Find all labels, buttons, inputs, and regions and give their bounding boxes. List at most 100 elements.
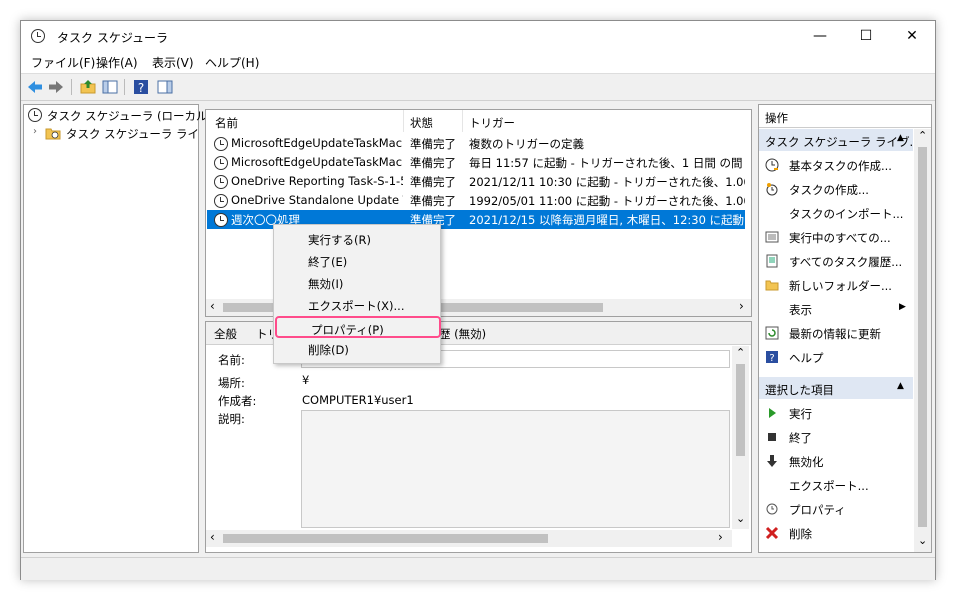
description-field[interactable] xyxy=(301,410,730,528)
selected-action-item[interactable]: エクスポート... xyxy=(759,473,911,497)
actions-scroll-down-icon[interactable]: ⌄ xyxy=(918,534,927,547)
scheduler-local-icon xyxy=(28,108,42,122)
task-scheduler-app-icon xyxy=(31,29,45,43)
library-action-label: 表示 xyxy=(789,303,812,317)
show-hide-action-pane-icon[interactable] xyxy=(156,78,174,96)
forward-arrow-icon[interactable] xyxy=(47,78,65,96)
ctx-end-label: 終了(E) xyxy=(308,255,348,269)
detail-vscrollbar[interactable]: ⌃ ⌄ xyxy=(732,346,749,529)
location-label: 場所: xyxy=(218,376,245,390)
ctx-delete[interactable]: 削除(D) xyxy=(274,338,438,360)
detail-scroll-left-icon[interactable]: ‹ xyxy=(210,530,215,544)
ctx-disable-label: 無効(I) xyxy=(308,277,344,291)
task-status: 準備完了 xyxy=(410,175,456,189)
location-value: ¥ xyxy=(302,373,310,387)
vscroll-thumb[interactable] xyxy=(736,364,745,456)
ctx-end[interactable]: 終了(E) xyxy=(274,250,438,272)
library-action-item[interactable]: 表示 ▶ xyxy=(759,297,911,321)
task-clock-icon xyxy=(214,175,228,189)
scroll-down-icon[interactable]: ⌄ xyxy=(736,512,745,525)
ctx-run-label: 実行する(R) xyxy=(308,233,371,247)
library-action-label: 新しいフォルダー... xyxy=(789,279,892,293)
library-action-item[interactable]: タスクのインポート... xyxy=(759,201,911,225)
minimize-button[interactable]: — xyxy=(797,21,843,51)
selected-action-item[interactable]: 実行 xyxy=(759,401,911,425)
help-icon[interactable]: ? xyxy=(132,78,150,96)
actions-vscroll-thumb[interactable] xyxy=(918,147,927,527)
task-row[interactable]: OneDrive Reporting Task-S-1-5... 準備完了 2021… xyxy=(207,172,745,191)
task-clock-icon xyxy=(214,156,228,170)
library-action-item[interactable]: 新しいフォルダー... xyxy=(759,273,911,297)
selected-action-item[interactable]: プロパティ xyxy=(759,497,911,521)
tree-library-item[interactable]: タスク スケジューラ ライブラリ xyxy=(66,126,198,142)
ctx-properties[interactable]: プロパティ(P) xyxy=(275,316,441,338)
tab-general[interactable]: 全般 xyxy=(214,326,237,346)
ctx-run[interactable]: 実行する(R) xyxy=(274,228,438,250)
properties-icon xyxy=(766,503,778,515)
actions-vscrollbar[interactable]: ⌃ ⌄ xyxy=(914,129,931,552)
name-label: 名前: xyxy=(218,353,245,367)
maximize-button[interactable]: ☐ xyxy=(843,21,889,51)
show-hide-console-tree-icon[interactable] xyxy=(101,78,119,96)
actions-section-selected[interactable]: 選択した項目 ▲ xyxy=(759,377,913,399)
column-trigger-header[interactable]: トリガー xyxy=(469,115,515,131)
running-tasks-icon xyxy=(765,231,779,243)
library-folder-icon xyxy=(45,128,61,140)
selected-action-item[interactable]: 無効化 xyxy=(759,449,911,473)
back-arrow-icon[interactable] xyxy=(26,78,44,96)
library-action-item[interactable]: 実行中のすべての... xyxy=(759,225,911,249)
detail-scroll-right-icon[interactable]: › xyxy=(718,530,723,544)
window-title: タスク スケジューラ xyxy=(57,31,168,45)
collapse-triangle-icon[interactable]: ▲ xyxy=(897,133,904,143)
selected-action-item[interactable]: 終了 xyxy=(759,425,911,449)
library-action-label: 基本タスクの作成... xyxy=(789,159,892,173)
author-label: 作成者: xyxy=(218,394,257,408)
column-name-header[interactable]: 名前 xyxy=(215,115,238,131)
column-status-header[interactable]: 状態 xyxy=(410,115,433,131)
library-action-label: ヘルプ xyxy=(789,351,824,365)
detail-hscrollbar[interactable]: ‹ › xyxy=(206,530,732,547)
close-button[interactable]: ✕ xyxy=(889,21,935,51)
scroll-right-icon[interactable]: › xyxy=(739,299,744,313)
up-folder-icon[interactable] xyxy=(79,78,97,96)
library-action-item[interactable]: タスクの作成... xyxy=(759,177,911,201)
library-action-item[interactable]: すべてのタスク履歴... xyxy=(759,249,911,273)
task-row[interactable]: MicrosoftEdgeUpdateTaskMac... 準備完了 複数のトリガー… xyxy=(207,134,745,153)
menu-help[interactable]: ヘルプ(H) xyxy=(205,54,259,71)
scroll-left-icon[interactable]: ‹ xyxy=(210,299,215,313)
disable-icon xyxy=(767,455,777,467)
task-row[interactable]: MicrosoftEdgeUpdateTaskMac... 準備完了 毎日 11:5… xyxy=(207,153,745,172)
library-action-label: タスクの作成... xyxy=(789,183,869,197)
task-trigger: 2021/12/11 10:30 に起動 - トリガーされた後、1.00:00:… xyxy=(469,175,745,189)
selected-action-label: エクスポート... xyxy=(789,479,869,493)
actions-scroll-up-icon[interactable]: ⌃ xyxy=(918,129,927,142)
task-row[interactable]: OneDrive Standalone Update T... 準備完了 1992/… xyxy=(207,191,745,210)
menu-action[interactable]: 操作(A) xyxy=(96,54,138,71)
detail-hscroll-thumb[interactable] xyxy=(223,534,548,543)
tab-history[interactable]: 歴 (無効) xyxy=(439,326,486,346)
task-clock-icon xyxy=(214,213,228,227)
tree-root-item[interactable]: タスク スケジューラ (ローカル) xyxy=(47,108,212,124)
stop-icon xyxy=(768,433,776,441)
menu-view[interactable]: 表示(V) xyxy=(152,54,194,71)
library-action-item[interactable]: 基本タスクの作成... xyxy=(759,153,911,177)
library-action-item[interactable]: 最新の情報に更新 xyxy=(759,321,911,345)
menu-bar: ファイル(F) 操作(A) 表示(V) ヘルプ(H) xyxy=(21,51,935,73)
expand-chevron-icon[interactable]: › xyxy=(33,126,37,137)
ctx-export[interactable]: エクスポート(X)... xyxy=(274,294,438,316)
folder-icon xyxy=(765,280,779,291)
collapse-triangle-icon[interactable]: ▲ xyxy=(897,381,904,391)
ctx-disable[interactable]: 無効(I) xyxy=(274,272,438,294)
task-trigger: 複数のトリガーの定義 xyxy=(469,137,584,151)
selected-action-item[interactable]: 削除 xyxy=(759,521,911,545)
status-bar xyxy=(21,557,935,580)
menu-file[interactable]: ファイル(F) xyxy=(31,54,95,71)
context-menu: 実行する(R) 終了(E) 無効(I) エクスポート(X)... プロパティ(P) 削除(… xyxy=(273,224,441,364)
scroll-up-icon[interactable]: ⌃ xyxy=(736,346,745,359)
library-action-label: 最新の情報に更新 xyxy=(789,327,881,341)
library-action-item[interactable]: ? ヘルプ xyxy=(759,345,911,369)
actions-section-library[interactable]: タスク スケジューラ ライブ... ▲ xyxy=(759,129,920,151)
task-status: 準備完了 xyxy=(410,194,456,208)
task-name: MicrosoftEdgeUpdateTaskMac... xyxy=(231,155,403,169)
ctx-export-label: エクスポート(X)... xyxy=(308,299,405,313)
